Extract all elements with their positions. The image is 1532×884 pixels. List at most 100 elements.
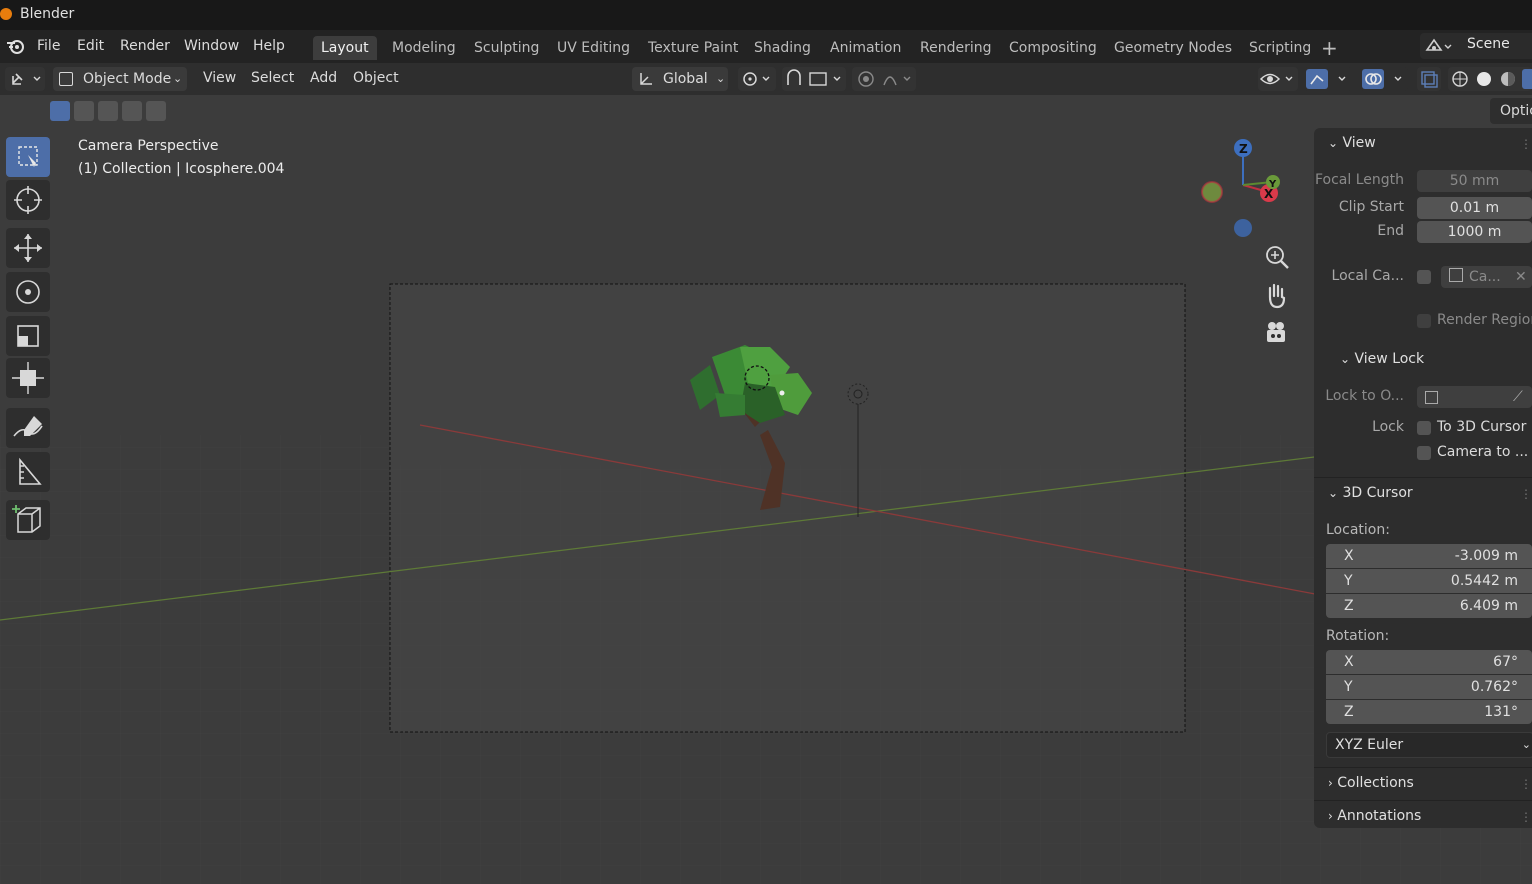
- invert-selection-icon[interactable]: [122, 101, 142, 121]
- tab-geometry-nodes[interactable]: Geometry Nodes: [1106, 39, 1240, 61]
- rotation-x-field[interactable]: X 67°: [1326, 650, 1532, 674]
- editor-type-button[interactable]: [5, 67, 45, 91]
- mode-label: Object Mode: [83, 71, 172, 87]
- shading-modes[interactable]: [1448, 67, 1532, 91]
- blender-logo-icon: [0, 8, 12, 20]
- focal-length-field[interactable]: 50 mm: [1417, 170, 1532, 192]
- 3d-cursor-header[interactable]: ⌄ 3D Cursor: [1328, 485, 1413, 501]
- location-y-label: Y: [1344, 573, 1353, 589]
- view-lock-title: View Lock: [1354, 351, 1425, 367]
- chevron-down-icon: ⌄: [1340, 352, 1351, 366]
- menu-render[interactable]: Render: [120, 38, 170, 54]
- tab-rendering[interactable]: Rendering: [912, 39, 1000, 61]
- tab-modeling[interactable]: Modeling: [384, 39, 464, 61]
- cursor-icon: [14, 186, 42, 214]
- camera-view-icon[interactable]: [1262, 318, 1292, 348]
- lock-to-object-label: Lock to O...: [1325, 388, 1404, 404]
- scene-selector[interactable]: Scene: [1420, 33, 1532, 59]
- options-tab[interactable]: Optic: [1490, 98, 1532, 124]
- menu-file[interactable]: File: [37, 38, 60, 54]
- blender-menu-icon[interactable]: [6, 37, 26, 55]
- lock-to-cursor-checkbox[interactable]: [1417, 421, 1431, 435]
- move-icon: [14, 234, 42, 262]
- rotation-mode-dropdown[interactable]: XYZ Euler ⌄: [1326, 732, 1532, 758]
- add-cube-tool[interactable]: [6, 500, 50, 540]
- menu-view[interactable]: View: [203, 70, 236, 86]
- location-y-field[interactable]: Y 0.5442 m: [1326, 569, 1532, 593]
- select-box-icon[interactable]: [50, 101, 70, 121]
- navigation-gizmo[interactable]: Z X Y: [1196, 135, 1292, 245]
- chevron-down-icon: ⌄: [1328, 486, 1339, 500]
- clip-start-field[interactable]: 0.01 m: [1417, 197, 1532, 219]
- subtract-selection-icon[interactable]: [98, 101, 118, 121]
- tab-shading[interactable]: Shading: [746, 39, 819, 61]
- orientation-dropdown[interactable]: Global ⌄: [632, 67, 728, 91]
- tab-animation[interactable]: Animation: [822, 39, 909, 61]
- local-camera-label: Local Ca...: [1331, 268, 1404, 284]
- clip-end-field[interactable]: 1000 m: [1417, 221, 1532, 243]
- move-tool[interactable]: [6, 228, 50, 268]
- overlays-button[interactable]: [1360, 67, 1408, 91]
- intersect-selection-icon[interactable]: [146, 101, 166, 121]
- menu-add[interactable]: Add: [310, 70, 337, 86]
- location-x-value: -3.009 m: [1454, 548, 1518, 564]
- camera-to-view-checkbox[interactable]: [1417, 446, 1431, 460]
- visibility-button[interactable]: [1258, 67, 1298, 91]
- drag-handle-icon[interactable]: ⋮⋮: [1520, 777, 1532, 791]
- local-camera-field[interactable]: Ca... ✕: [1441, 266, 1532, 288]
- annotations-header[interactable]: › Annotations: [1328, 808, 1421, 824]
- drag-handle-icon[interactable]: ⋮⋮: [1520, 487, 1532, 501]
- menu-help[interactable]: Help: [253, 38, 285, 54]
- 3d-cursor-title: 3D Cursor: [1342, 485, 1413, 501]
- annotate-tool[interactable]: [6, 408, 50, 448]
- drag-handle-icon[interactable]: ⋮⋮: [1520, 137, 1532, 151]
- extend-selection-icon[interactable]: [74, 101, 94, 121]
- 3d-viewport[interactable]: [0, 95, 1532, 884]
- tab-texture-paint[interactable]: Texture Paint: [640, 39, 746, 61]
- select-box-tool[interactable]: [6, 137, 50, 177]
- drag-handle-icon[interactable]: ⋮⋮: [1520, 810, 1532, 824]
- proportional-editing-button[interactable]: [852, 67, 916, 91]
- pivot-icon: [743, 72, 770, 86]
- local-camera-checkbox[interactable]: [1417, 270, 1431, 284]
- snapping-button[interactable]: [782, 67, 846, 91]
- lock-to-object-field[interactable]: ⟋: [1417, 386, 1532, 408]
- collections-header[interactable]: › Collections: [1328, 775, 1414, 791]
- view-section-header[interactable]: ⌄ View: [1328, 135, 1376, 151]
- xray-button[interactable]: [1417, 67, 1441, 91]
- location-x-field[interactable]: X -3.009 m: [1326, 544, 1532, 568]
- scale-tool[interactable]: [6, 316, 50, 356]
- rotate-tool[interactable]: [6, 272, 50, 312]
- cursor-tool[interactable]: [6, 180, 50, 220]
- lock-to-cursor-label: To 3D Cursor: [1437, 419, 1527, 435]
- tab-compositing[interactable]: Compositing: [1001, 39, 1105, 61]
- menu-select[interactable]: Select: [251, 70, 294, 86]
- clear-icon[interactable]: ✕: [1515, 266, 1527, 288]
- rotation-z-value: 131°: [1484, 704, 1518, 720]
- eyedropper-icon[interactable]: ⟋: [1513, 386, 1523, 408]
- pan-hand-icon[interactable]: [1262, 280, 1292, 310]
- menu-edit[interactable]: Edit: [77, 38, 104, 54]
- tab-layout[interactable]: Layout: [313, 36, 377, 60]
- scene-name: Scene: [1467, 36, 1510, 52]
- location-z-field[interactable]: Z 6.409 m: [1326, 594, 1532, 618]
- render-region-checkbox[interactable]: [1417, 314, 1431, 328]
- pivot-point-button[interactable]: [738, 67, 776, 91]
- tab-scripting[interactable]: Scripting: [1241, 39, 1319, 61]
- rotation-y-field[interactable]: Y 0.762°: [1326, 675, 1532, 699]
- rotation-z-field[interactable]: Z 131°: [1326, 700, 1532, 724]
- gizmo-toggle-button[interactable]: [1304, 67, 1352, 91]
- transform-tool[interactable]: [6, 358, 50, 398]
- rotation-x-label: X: [1344, 654, 1354, 670]
- zoom-icon[interactable]: [1262, 243, 1292, 273]
- menu-object[interactable]: Object: [353, 70, 399, 86]
- chevron-right-icon: ›: [1328, 809, 1333, 823]
- view-lock-header[interactable]: ⌄ View Lock: [1340, 351, 1424, 367]
- tab-sculpting[interactable]: Sculpting: [466, 39, 547, 61]
- tab-uv-editing[interactable]: UV Editing: [549, 39, 638, 61]
- measure-icon: [19, 457, 42, 485]
- add-workspace-icon[interactable]: +: [1321, 36, 1338, 60]
- menu-window[interactable]: Window: [184, 38, 239, 54]
- measure-tool[interactable]: [6, 452, 50, 492]
- mode-dropdown[interactable]: Object Mode ⌄: [53, 67, 187, 91]
